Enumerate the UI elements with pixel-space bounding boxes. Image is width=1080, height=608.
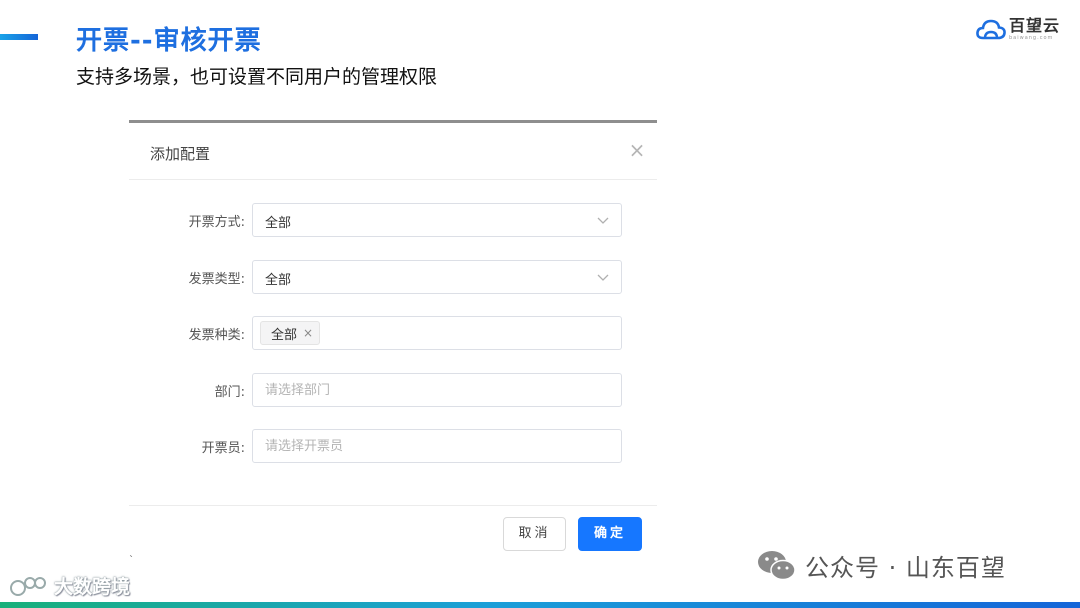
slide-title: 开票--审核开票 [76, 26, 262, 56]
form-row-invoice-method: 开票方式: 全部 [129, 203, 657, 237]
watermark-right: 公众号 · 山东百望 [757, 548, 1006, 583]
invoice-type-select[interactable]: 全部 [252, 260, 622, 294]
dialog-footer: 取消 确定 [129, 505, 657, 569]
confirm-button[interactable]: 确定 [578, 517, 642, 551]
invoicer-input[interactable] [252, 429, 622, 463]
wechat-icon [758, 550, 796, 580]
dialog-title: 添加配置 [150, 145, 211, 163]
close-icon[interactable]: × [624, 137, 650, 163]
department-label: 部门: [214, 385, 245, 400]
tag-label: 全部 [271, 327, 298, 343]
config-form: 开票方式: 全部 发票类型: 全部 发票种类: 全部 × 部门: 请选择部门 开… [129, 180, 657, 505]
watermark-right-text: 公众号 · 山东百望 [805, 554, 1006, 582]
chevron-down-icon [597, 274, 609, 281]
cloud-logo-icon [976, 19, 1006, 39]
invoice-method-select[interactable]: 全部 [252, 203, 622, 237]
watermark-left: 大数跨境 [8, 572, 130, 599]
watermark-logo-icon [10, 576, 46, 596]
watermark-left-text: 大数跨境 [54, 576, 131, 598]
logo-name: 百望云 [1008, 16, 1060, 35]
brand-logo: 百望云 baiwang.com [976, 18, 1060, 41]
invoicer-label: 开票员: [201, 441, 245, 456]
chevron-down-icon [597, 217, 609, 224]
slide-subtitle: 支持多场景，也可设置不同用户的管理权限 [76, 66, 438, 88]
bottom-gradient-bar [0, 602, 1080, 608]
dialog-header: 添加配置 × [129, 123, 657, 180]
logo-subtext: baiwang.com [1008, 35, 1054, 41]
invoice-kind-label: 发票种类: [188, 328, 245, 343]
invoice-method-label: 开票方式: [188, 215, 245, 230]
invoice-method-value: 全部 [265, 216, 292, 231]
stray-dot: ` [129, 555, 134, 566]
add-config-dialog: 添加配置 × 开票方式: 全部 发票类型: 全部 发票种类: 全部 × 部门: … [129, 120, 657, 566]
title-accent-bar [0, 34, 38, 40]
form-row-invoice-type: 发票类型: 全部 [129, 260, 657, 294]
invoice-type-value: 全部 [265, 273, 292, 288]
invoice-kind-multiselect[interactable]: 全部 × [252, 316, 622, 350]
selected-tag: 全部 × [260, 321, 321, 345]
invoice-type-label: 发票类型: [188, 272, 245, 287]
department-input[interactable] [252, 373, 622, 407]
cancel-button[interactable]: 取消 [503, 517, 566, 551]
form-row-invoice-kind: 发票种类: 全部 × [129, 316, 657, 350]
form-row-invoicer: 开票员: [129, 429, 657, 463]
form-row-department: 部门: [129, 373, 657, 407]
tag-close-icon[interactable]: × [303, 326, 313, 340]
